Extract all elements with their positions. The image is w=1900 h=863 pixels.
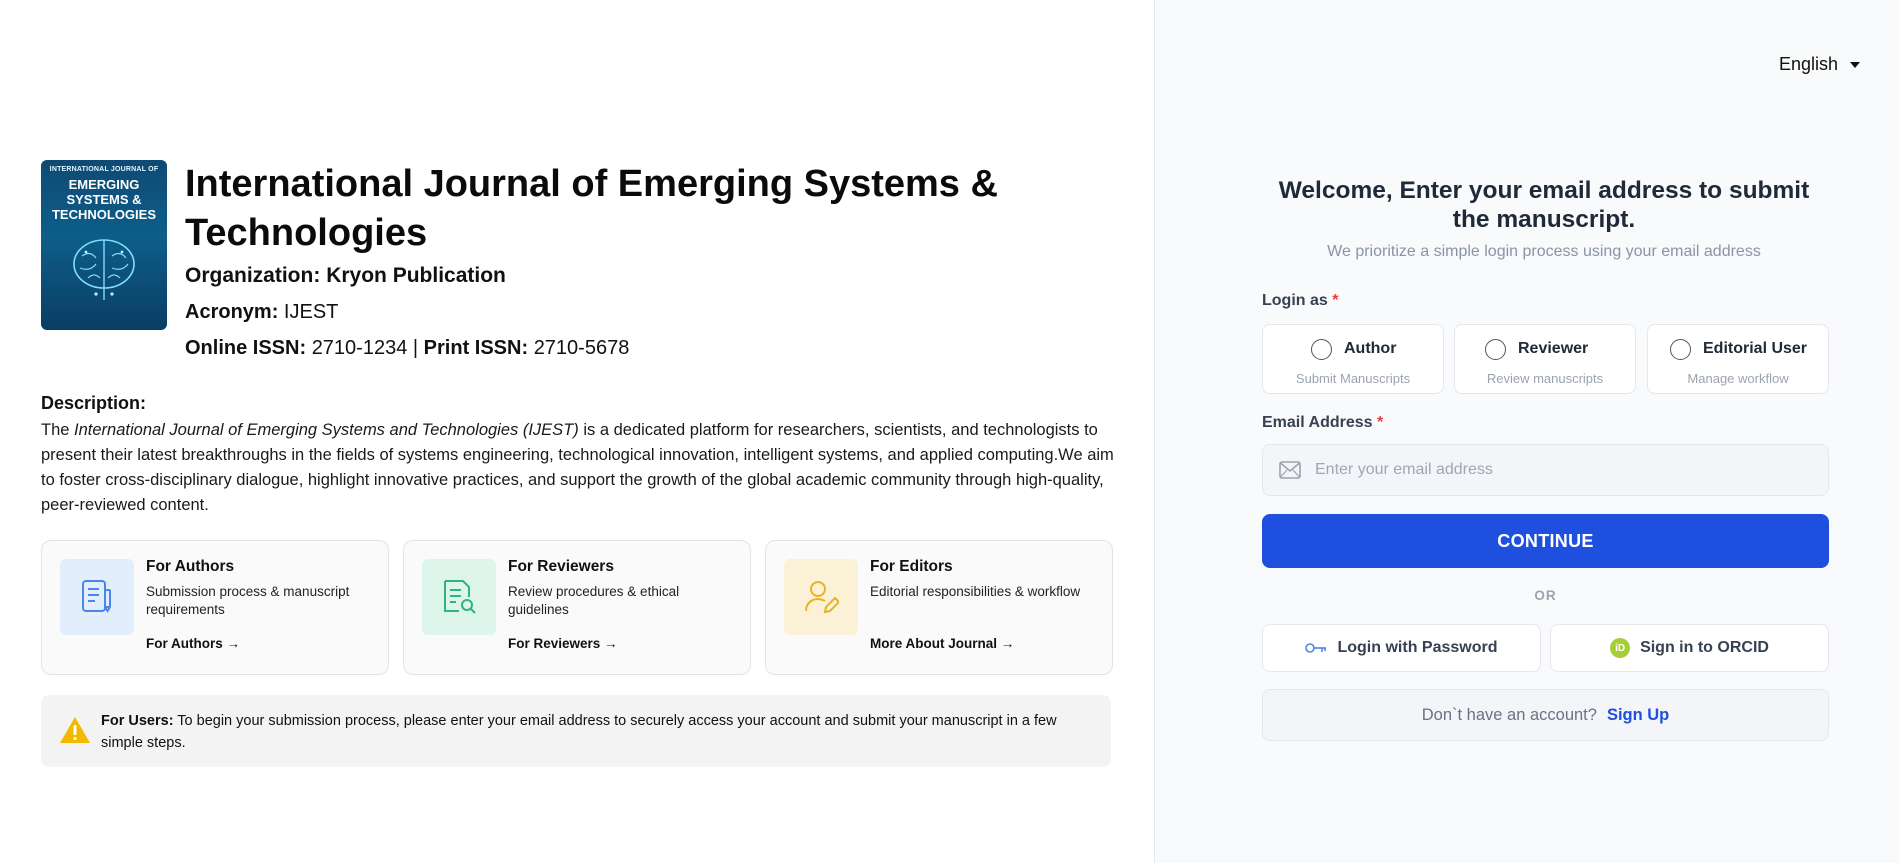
author-role-sub: Submit Manuscripts: [1295, 371, 1411, 386]
description-label: Description:: [41, 393, 147, 413]
role-option-reviewer[interactable]: Reviewer Review manuscripts: [1454, 324, 1636, 394]
sign-in-orcid-label: Sign in to ORCID: [1640, 639, 1769, 656]
required-mark: *: [1332, 292, 1339, 309]
reviewers-card: For Reviewers Review procedures & ethica…: [403, 540, 751, 675]
editorial-user-radio[interactable]: [1670, 339, 1691, 360]
login-with-password-button[interactable]: Login with Password: [1262, 624, 1541, 672]
reviewer-role-label: Reviewer: [1518, 340, 1589, 357]
login-with-password-label: Login with Password: [1337, 639, 1498, 656]
authors-card-desc: Submission process & manuscript requirem…: [146, 584, 350, 617]
online-issn-label: Online ISSN:: [185, 337, 307, 359]
email-address-label: Email Address *: [1262, 414, 1383, 432]
welcome-subtitle: We prioritize a simple login process usi…: [1327, 243, 1761, 260]
signup-box: Don`t have an account? Sign Up: [1262, 689, 1829, 741]
notice-body: To begin your submission process, please…: [101, 713, 1057, 751]
role-option-editorial-user[interactable]: Editorial User Manage workflow: [1647, 324, 1829, 394]
description-journal-name: International Journal of Emerging System…: [74, 421, 579, 439]
editors-card-desc: Editorial responsibilities & workflow: [870, 584, 1081, 599]
acronym-value: IJEST: [283, 301, 339, 323]
notice-label: For Users:: [101, 713, 174, 729]
signup-question: Don`t have an account?: [1421, 705, 1597, 724]
key-icon: [1305, 643, 1327, 653]
language-selector[interactable]: English: [1779, 54, 1860, 75]
editorial-user-role-sub: Manage workflow: [1687, 371, 1789, 386]
editors-card-title: For Editors: [870, 558, 953, 575]
continue-button[interactable]: CONTINUE: [1262, 514, 1829, 568]
sign-up-link[interactable]: Sign Up: [1607, 706, 1669, 725]
description-text: The International Journal of Emerging Sy…: [41, 418, 1116, 518]
authors-card-title: For Authors: [146, 558, 235, 575]
user-edit-icon: [805, 581, 839, 614]
reviewer-role-sub: Review manuscripts: [1486, 371, 1604, 386]
warning-icon: [60, 717, 90, 743]
cover-small-text: INTERNATIONAL JOURNAL OF: [49, 166, 159, 173]
organization-value: Kryon Publication: [326, 264, 506, 287]
editors-card: For Editors Editorial responsibilities &…: [765, 540, 1113, 675]
or-divider: OR: [1534, 588, 1557, 603]
reviewers-icon-box: [422, 559, 496, 635]
authors-card: For Authors Submission process & manuscr…: [41, 540, 389, 675]
document-pen-icon: [82, 580, 111, 613]
journal-cover: INTERNATIONAL JOURNAL OF EMERGING SYSTEM…: [41, 160, 167, 330]
sign-in-orcid-button[interactable]: iD Sign in to ORCID: [1550, 624, 1829, 672]
print-issn-label: Print ISSN:: [423, 337, 529, 359]
role-option-author[interactable]: Author Submit Manuscripts: [1262, 324, 1444, 394]
for-reviewers-link[interactable]: For Reviewers →: [508, 636, 618, 651]
author-role-label: Author: [1344, 340, 1397, 357]
organization-label: Organization:: [185, 264, 321, 287]
document-search-icon: [444, 580, 476, 614]
more-about-journal-link[interactable]: More About Journal →: [870, 636, 1014, 651]
login-as-label: Login as *: [1262, 292, 1338, 310]
email-label-text: Email Address: [1262, 414, 1373, 431]
language-value: English: [1778, 54, 1838, 74]
editorial-user-role-label: Editorial User: [1703, 340, 1808, 357]
editors-icon-box: [784, 559, 858, 635]
email-field-wrapper: [1262, 444, 1829, 496]
cover-big-text: EMERGING SYSTEMS & TECHNOLOGIES: [51, 177, 156, 222]
authors-icon-box: [60, 559, 134, 635]
journal-info-panel: INTERNATIONAL JOURNAL OF EMERGING SYSTEM…: [0, 0, 1155, 863]
journal-title: International Journal of Emerging System…: [185, 163, 998, 254]
reviewers-card-desc: Review procedures & ethical guidelines: [508, 584, 680, 617]
reviewer-radio[interactable]: [1485, 339, 1506, 360]
acronym-label: Acronym:: [185, 301, 279, 323]
page: INTERNATIONAL JOURNAL OF EMERGING SYSTEM…: [0, 0, 1900, 863]
orcid-icon: iD: [1610, 638, 1631, 658]
required-mark: *: [1377, 414, 1384, 431]
print-issn-value: 2710-5678: [533, 337, 630, 359]
login-as-text: Login as: [1262, 292, 1328, 309]
email-input[interactable]: [1315, 445, 1815, 495]
reviewers-card-title: For Reviewers: [508, 558, 614, 575]
organization-line: Organization: Kryon Publication: [185, 264, 506, 288]
mail-icon: [1279, 461, 1301, 479]
notice-text: For Users: To begin your submission proc…: [101, 710, 1101, 754]
issn-line: Online ISSN: 2710-1234 | Print ISSN: 271…: [185, 337, 629, 360]
brain-icon: [73, 239, 135, 300]
issn-separator: |: [412, 337, 419, 359]
users-notice: For Users: To begin your submission proc…: [41, 695, 1111, 767]
acronym-line: Acronym: IJEST: [185, 301, 338, 324]
for-authors-link[interactable]: For Authors →: [146, 636, 240, 651]
welcome-heading: Welcome, Enter your email address to sub…: [1278, 177, 1810, 233]
chevron-down-icon: [1850, 61, 1860, 68]
online-issn-value: 2710-1234: [311, 337, 408, 359]
author-radio[interactable]: [1311, 339, 1332, 360]
description-prefix: The: [41, 421, 75, 439]
